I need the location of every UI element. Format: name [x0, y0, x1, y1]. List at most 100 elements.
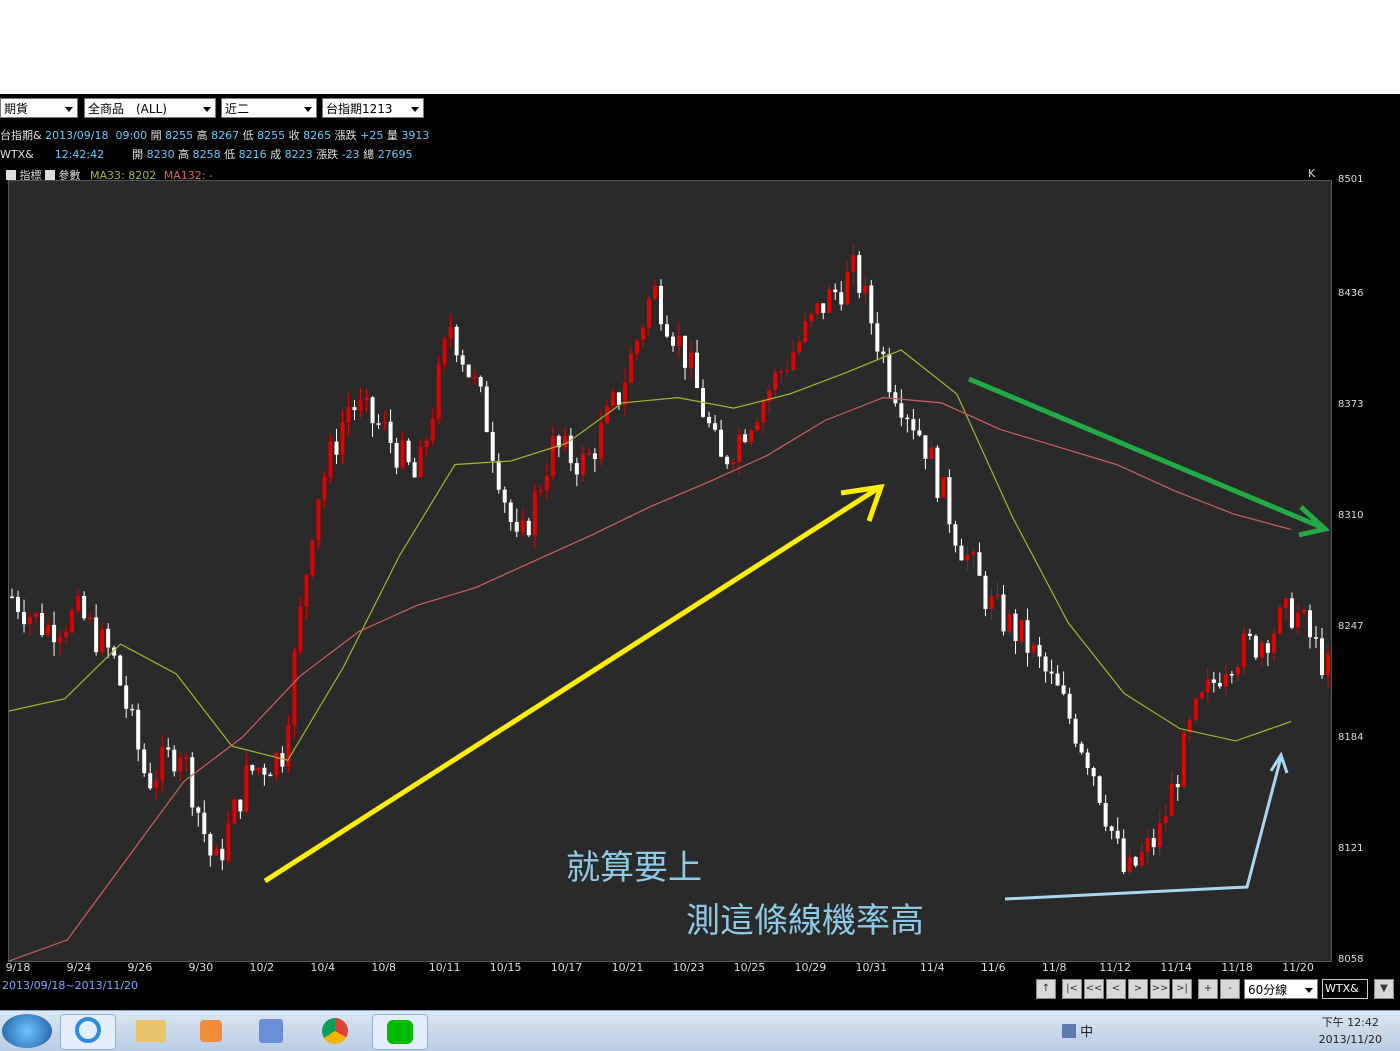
x-tick-label: 11/12 — [1099, 961, 1131, 974]
quote-last: 8223 — [284, 148, 313, 161]
candle-body — [340, 422, 345, 455]
nav-button[interactable]: >| — [1172, 979, 1192, 999]
candle-body — [1103, 802, 1108, 827]
candle-body — [460, 355, 465, 365]
month-select[interactable]: 近二 — [221, 98, 317, 118]
nav-button[interactable]: < — [1106, 979, 1126, 999]
candle-body — [893, 392, 898, 404]
candle-body — [418, 446, 423, 478]
quote-time: 12:42:42 — [54, 148, 105, 161]
candle-body — [430, 418, 435, 441]
indicator-menu-icon[interactable] — [6, 170, 16, 180]
quote-row-1: 台指期& 2013/09/18 09:00 開 8255 高 8267 低 82… — [0, 127, 429, 143]
quote-close: 8265 — [303, 129, 332, 142]
candle-body — [887, 354, 892, 393]
market-select[interactable]: 期貨 — [0, 98, 78, 118]
contract-select[interactable]: 台指期1213 — [322, 98, 424, 118]
candle-body — [652, 286, 657, 299]
clock-date: 2013/11/20 — [1318, 1033, 1382, 1046]
taskbar-trading-icon[interactable] — [244, 1014, 298, 1048]
nav-button[interactable]: - — [1220, 979, 1240, 999]
candle-body — [977, 552, 982, 576]
taskbar-media-icon[interactable] — [184, 1014, 238, 1048]
candle-body — [959, 545, 964, 561]
system-clock[interactable]: 下午 12:42 2013/11/20 — [1319, 1014, 1382, 1048]
candle-body — [821, 303, 826, 313]
nav-button[interactable]: >> — [1150, 979, 1170, 999]
candle-body — [214, 848, 219, 856]
candle-body — [658, 286, 663, 325]
candle-body — [881, 351, 886, 355]
taskbar-explorer-icon[interactable] — [124, 1014, 178, 1048]
quote-total: 27695 — [377, 148, 413, 161]
candle-body — [334, 441, 339, 455]
candle-body — [731, 462, 736, 465]
chevron-down-icon — [1305, 988, 1313, 993]
candle-body — [1109, 826, 1114, 831]
candle-body — [1025, 620, 1030, 653]
period-select[interactable]: 60分線 — [1244, 979, 1318, 999]
nav-button[interactable]: > — [1128, 979, 1148, 999]
chevron-down-icon — [203, 107, 211, 112]
candle-body — [100, 628, 105, 653]
candle-body — [328, 441, 333, 477]
start-button[interactable] — [2, 1014, 52, 1048]
candle-body — [1091, 767, 1096, 777]
candle-body — [664, 324, 669, 337]
candle-body — [154, 780, 159, 789]
candle-body — [94, 617, 99, 653]
tray-ime[interactable]: 中 — [1080, 1025, 1093, 1040]
candle-body — [797, 341, 802, 353]
product-select[interactable]: 全商品 (ALL) — [84, 98, 216, 118]
candle-body — [520, 520, 525, 532]
taskbar-chrome-icon[interactable] — [308, 1014, 362, 1048]
candle-body — [935, 447, 940, 498]
taskbar-ie-icon[interactable] — [60, 1014, 116, 1050]
quote-change-label: 漲跌 — [334, 129, 357, 142]
candle-body — [1127, 856, 1132, 872]
candle-body — [773, 372, 778, 391]
symbol-input[interactable]: WTX& — [1322, 979, 1368, 999]
annotation-line-2: 測這條線機率高 — [686, 901, 924, 941]
nav-button[interactable]: |< — [1062, 979, 1082, 999]
candle-body — [1175, 783, 1180, 788]
quote-low-label: 低 — [224, 148, 236, 161]
nav-button[interactable]: << — [1084, 979, 1104, 999]
x-axis: 9/18 9/24 9/26 9/30 10/2 10/4 10/8 10/11 10/15 10… — [0, 960, 1332, 976]
candle-body — [514, 521, 519, 532]
candle-body — [1283, 598, 1288, 608]
taskbar-line-icon[interactable] — [372, 1014, 428, 1050]
scroll-up-button[interactable]: ↑ — [1036, 979, 1056, 999]
y-axis: 8501 8436 8373 8310 8247 8184 8121 8058 — [1332, 174, 1400, 965]
candle-body — [863, 285, 868, 293]
candle-body — [82, 595, 87, 619]
nav-button[interactable]: + — [1198, 979, 1218, 999]
params-menu-icon[interactable] — [45, 170, 55, 180]
candle-body — [172, 749, 177, 772]
candle-body — [160, 747, 165, 781]
candle-body — [1217, 682, 1222, 687]
quote-close-label: 收 — [288, 129, 300, 142]
candle-body — [316, 499, 321, 541]
quote-low-label: 低 — [242, 129, 254, 142]
tray-lang-icon[interactable] — [1062, 1024, 1076, 1038]
candle-body — [304, 575, 309, 607]
candle-body — [815, 303, 820, 314]
candle-body — [544, 475, 549, 491]
panel-dropdown-button[interactable]: ▼ — [1374, 979, 1394, 999]
candle-body — [292, 651, 297, 726]
candle-body — [851, 255, 856, 272]
month-select-label: 近二 — [225, 102, 250, 116]
candle-body — [616, 392, 621, 405]
quote-open: 8230 — [146, 148, 175, 161]
candle-body — [232, 799, 237, 824]
candle-body — [478, 376, 483, 387]
candle-body — [953, 524, 958, 546]
candle-body — [262, 767, 267, 775]
windows-taskbar: 中 下午 12:42 2013/11/20 — [0, 1010, 1400, 1051]
y-tick-label: 8121 — [1338, 843, 1364, 855]
candle-body — [1199, 692, 1204, 699]
candle-body — [598, 422, 603, 460]
candle-body — [250, 765, 255, 771]
candle-body — [1019, 620, 1024, 642]
